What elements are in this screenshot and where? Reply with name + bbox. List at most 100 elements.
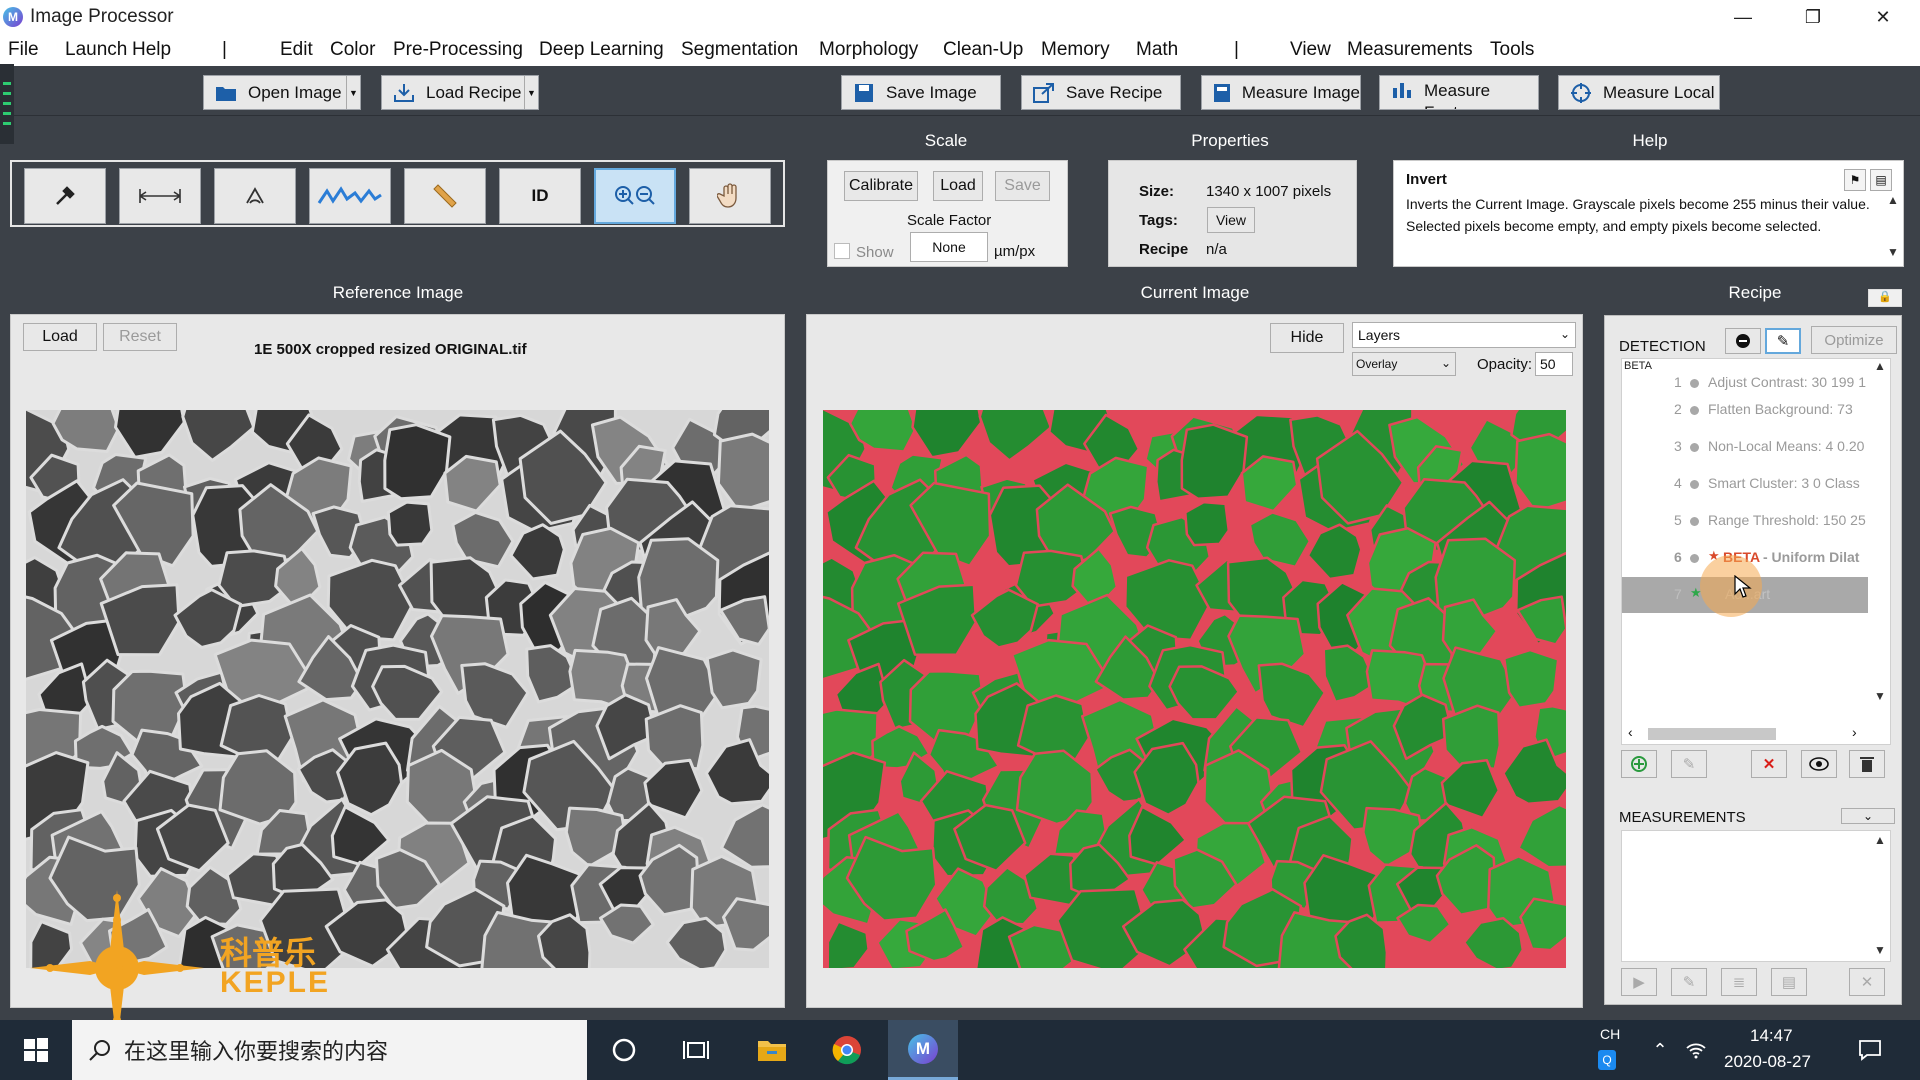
reference-reset-button[interactable]: Reset	[103, 323, 177, 351]
ruler-tool-button[interactable]	[404, 168, 486, 224]
add-step-icon[interactable]	[1621, 750, 1657, 778]
pencil-icon[interactable]: ✎	[1671, 968, 1707, 996]
save-recipe-button[interactable]: Save Recipe	[1021, 75, 1181, 110]
eye-icon[interactable]	[1801, 750, 1837, 778]
clock-date[interactable]: 2020-08-27	[1724, 1052, 1811, 1072]
menu-help[interactable]: Help	[132, 39, 171, 61]
clock-time[interactable]: 14:47	[1750, 1026, 1793, 1046]
clear-icon[interactable]: ✕	[1849, 968, 1885, 996]
pan-tool-button[interactable]	[689, 168, 771, 224]
measure-image-label: Measure Image	[1241, 82, 1360, 102]
calibrate-button[interactable]: Calibrate	[844, 171, 918, 201]
close-button[interactable]: ✕	[1860, 0, 1906, 34]
save-image-label: Save Image	[886, 82, 977, 102]
profile-tool-button[interactable]	[309, 168, 391, 224]
current-image-heading: Current Image	[1140, 283, 1250, 302]
input-language[interactable]: CH	[1600, 1026, 1620, 1042]
notification-icon[interactable]	[1850, 1030, 1890, 1070]
measure-local-label: Measure Local	[1603, 82, 1715, 102]
detection-label: DETECTION	[1619, 338, 1706, 355]
recipe-vscrollbar[interactable]: ▲ ▼	[1868, 359, 1890, 744]
recipe-step[interactable]: 5 Range Threshold: 150 25	[1622, 503, 1870, 539]
scale-load-button[interactable]: Load	[933, 171, 983, 201]
measure-image-button[interactable]: Measure Image	[1201, 75, 1361, 110]
zoom-tool-button[interactable]	[594, 168, 676, 224]
recipe-step[interactable]: 2 Flatten Background: 73	[1622, 392, 1870, 428]
show-scale-checkbox[interactable]	[834, 243, 850, 259]
current-image[interactable]	[823, 410, 1566, 968]
reference-load-button[interactable]: Load	[23, 323, 97, 351]
menu-clean-up[interactable]: Clean-Up	[943, 39, 1023, 61]
edit-step-icon[interactable]: ✎	[1671, 750, 1707, 778]
windows-start-icon[interactable]	[16, 1030, 56, 1070]
ruler-icon	[433, 184, 457, 208]
maximize-button[interactable]: ❐	[1790, 0, 1836, 34]
crosshair-icon	[1567, 82, 1595, 104]
zoom-in-out-icon	[615, 186, 655, 205]
qq-icon[interactable]: Q	[1598, 1050, 1616, 1070]
horizontal-measure-icon	[139, 189, 181, 203]
overlay-select[interactable]: Overlay ⌄	[1352, 352, 1456, 376]
show-scale-label: Show	[856, 244, 894, 261]
opacity-field[interactable]: 50	[1535, 352, 1573, 376]
help-scrollbar[interactable]: ▲ ▼	[1881, 191, 1903, 263]
angle-tool-button[interactable]	[214, 168, 296, 224]
menu-tools[interactable]: Tools	[1490, 39, 1534, 61]
menu-morphology[interactable]: Morphology	[819, 39, 918, 61]
optimize-button[interactable]: Optimize	[1811, 326, 1897, 354]
search-icon	[89, 1040, 110, 1061]
measure-line-tool-button[interactable]	[119, 168, 201, 224]
chevron-up-icon[interactable]: ⌃	[1640, 1030, 1680, 1070]
recipe-hscrollbar[interactable]: ‹ ›	[1622, 722, 1870, 744]
notes-icon[interactable]: ▤	[1870, 169, 1892, 191]
hide-button[interactable]: Hide	[1270, 323, 1344, 353]
measurements-scrollbar[interactable]: ▲ ▼	[1868, 831, 1890, 961]
list-icon[interactable]: ≣	[1721, 968, 1757, 996]
pipette-tool-button[interactable]	[24, 168, 106, 224]
layers-select[interactable]: Layers ⌄	[1352, 322, 1576, 348]
scale-save-button[interactable]: Save	[995, 171, 1050, 201]
wifi-icon[interactable]	[1676, 1030, 1716, 1070]
edit-pencil-icon[interactable]: ✎	[1765, 328, 1801, 354]
lock-icon[interactable]: 🔒	[1868, 289, 1902, 307]
menu-deep-learning[interactable]: Deep Learning	[539, 39, 664, 61]
scale-factor-field[interactable]: None	[910, 232, 988, 262]
file-explorer-icon[interactable]	[752, 1030, 792, 1070]
menu-view[interactable]: View	[1290, 39, 1331, 61]
delete-step-icon[interactable]: ✕	[1751, 750, 1787, 778]
open-image-button[interactable]: Open Image ▼	[203, 75, 361, 110]
menu-math[interactable]: Math	[1136, 39, 1178, 61]
chrome-icon[interactable]	[827, 1030, 867, 1070]
menu-segmentation[interactable]: Segmentation	[681, 39, 798, 61]
save-image-button[interactable]: Save Image	[841, 75, 1001, 110]
recipe-step[interactable]: 3 Non-Local Means: 4 0.20	[1622, 429, 1870, 465]
minimize-button[interactable]: —	[1720, 0, 1766, 34]
measure-local-button[interactable]: Measure Local	[1558, 75, 1720, 110]
flag-icon[interactable]: ⚑	[1844, 169, 1866, 191]
menu-measurements[interactable]: Measurements	[1347, 39, 1473, 61]
menu-pre-processing[interactable]: Pre-Processing	[393, 39, 523, 61]
taskbar-active-app[interactable]: M	[888, 1020, 958, 1080]
task-view-icon[interactable]	[676, 1030, 716, 1070]
cortana-icon[interactable]	[604, 1030, 644, 1070]
view-tags-button[interactable]: View	[1207, 207, 1255, 233]
id-tool-button[interactable]: ID	[499, 168, 581, 224]
menu-launch[interactable]: Launch	[65, 39, 127, 61]
measurements-dropdown-icon[interactable]: ⌄	[1841, 808, 1895, 824]
menu-edit[interactable]: Edit	[280, 39, 313, 61]
load-recipe-button[interactable]: Load Recipe ▼	[381, 75, 539, 110]
recipe-step[interactable]: 4 Smart Cluster: 3 0 Class	[1622, 466, 1870, 502]
minus-circle-icon[interactable]	[1725, 328, 1761, 354]
play-icon[interactable]: ▶	[1621, 968, 1657, 996]
recipe-prop-value: n/a	[1206, 241, 1227, 258]
menu-file[interactable]: File	[8, 39, 39, 61]
taskbar-search-box[interactable]: 在这里输入你要搜索的内容	[72, 1020, 587, 1080]
scale-panel: Calibrate Load Save Scale Factor Show No…	[827, 160, 1068, 267]
menu-memory[interactable]: Memory	[1041, 39, 1110, 61]
clipboard-icon[interactable]: ▤	[1771, 968, 1807, 996]
open-image-dropdown-icon[interactable]: ▼	[346, 76, 360, 109]
measure-features-button[interactable]: Measure Features	[1379, 75, 1539, 110]
load-recipe-dropdown-icon[interactable]: ▼	[524, 76, 538, 109]
menu-color[interactable]: Color	[330, 39, 375, 61]
trash-icon[interactable]	[1849, 750, 1885, 778]
